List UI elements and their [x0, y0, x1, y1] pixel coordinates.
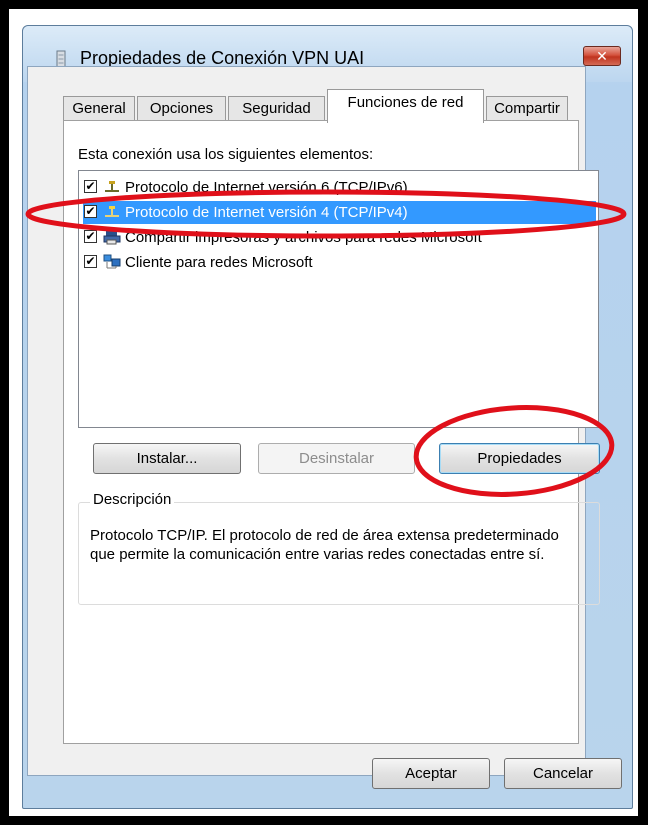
list-item-file-printer-sharing[interactable]: ✔ Compartir impresoras y archivos para r… [83, 226, 596, 249]
checkbox[interactable]: ✔ [84, 205, 97, 218]
tab-label: Seguridad [242, 100, 311, 117]
list-item-microsoft-client[interactable]: ✔ Cliente para redes Microsoft [83, 251, 596, 274]
install-button[interactable]: Instalar... [93, 443, 241, 474]
components-label: Esta conexión usa los siguientes element… [78, 146, 374, 163]
uninstall-button[interactable]: Desinstalar [258, 443, 415, 474]
tab-seguridad[interactable]: Seguridad [228, 96, 325, 120]
tab-opciones[interactable]: Opciones [137, 96, 226, 120]
cancel-button[interactable]: Cancelar [504, 758, 622, 789]
checkbox[interactable]: ✔ [84, 255, 97, 268]
printer-share-icon [103, 231, 121, 245]
description-text: Protocolo TCP/IP. El protocolo de red de… [90, 527, 559, 563]
item-label: Cliente para redes Microsoft [125, 254, 313, 271]
tab-label: Compartir [494, 100, 560, 117]
checkbox[interactable]: ✔ [84, 180, 97, 193]
close-button[interactable]: ✕ [583, 46, 621, 66]
tab-label: Opciones [149, 100, 214, 117]
properties-button[interactable]: Propiedades [439, 443, 600, 474]
tab-label: General [72, 100, 126, 117]
network-protocol-icon [105, 181, 119, 192]
network-protocol-icon [105, 206, 119, 217]
item-label: Protocolo de Internet versión 6 (TCP/IPv… [125, 179, 408, 196]
list-item-tcpipv4[interactable]: ✔ Protocolo de Internet versión 4 (TCP/I… [83, 201, 596, 224]
components-list[interactable]: ✔ Protocolo de Internet versión 6 (TCP/I… [78, 170, 599, 428]
tab-compartir[interactable]: Compartir [486, 96, 568, 120]
tab-general[interactable]: General [63, 96, 135, 120]
description-title: Descripción [90, 491, 175, 508]
item-label: Protocolo de Internet versión 4 (TCP/IPv… [125, 204, 408, 221]
item-label: Compartir impresoras y archivos para red… [125, 229, 482, 246]
network-client-icon [103, 254, 121, 269]
tab-funciones-de-red[interactable]: Funciones de red [327, 89, 484, 123]
close-icon: ✕ [596, 48, 608, 64]
ok-button[interactable]: Aceptar [372, 758, 490, 789]
checkbox[interactable]: ✔ [84, 230, 97, 243]
tab-label: Funciones de red [347, 94, 464, 111]
list-item-tcpipv6[interactable]: ✔ Protocolo de Internet versión 6 (TCP/I… [83, 176, 596, 199]
